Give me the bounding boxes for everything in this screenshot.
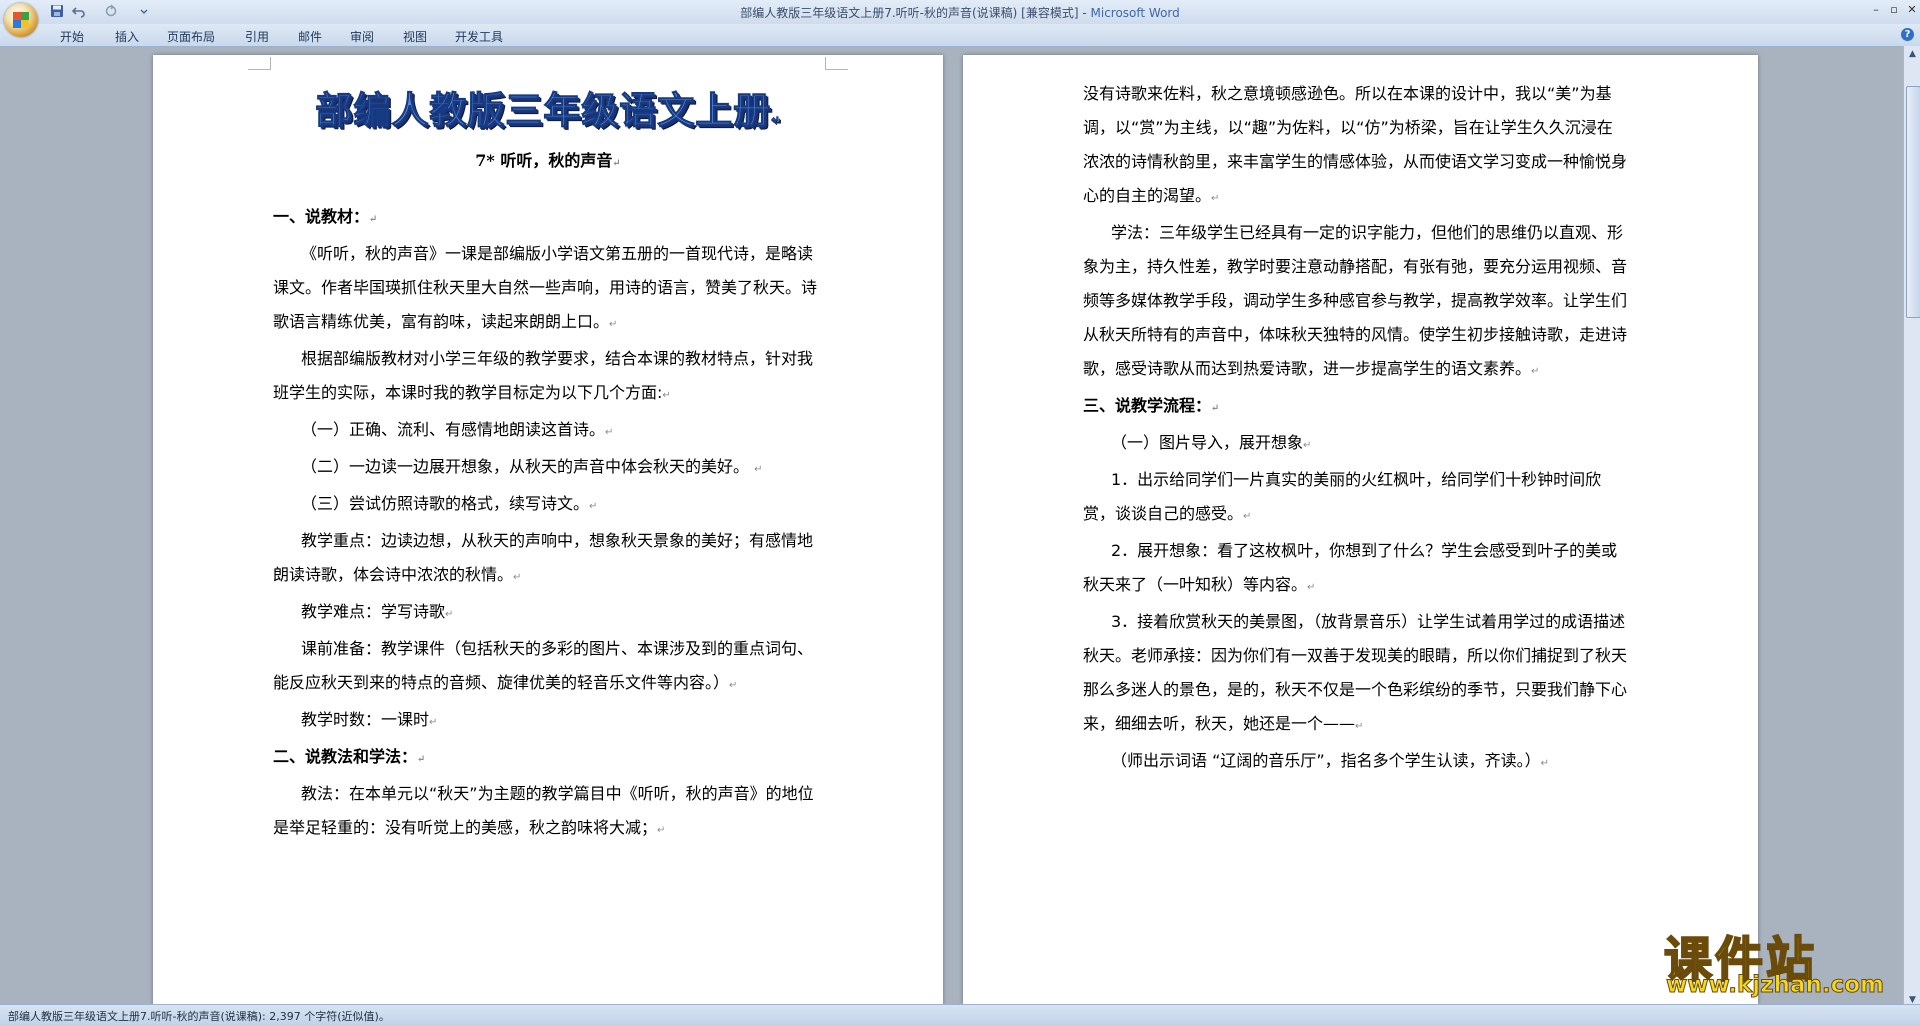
paragraph: 根据部编版教材对小学三年级的教学要求，结合本课的教材特点，针对我班学生的实际，本… bbox=[273, 349, 814, 402]
tab-mailings[interactable]: 邮件 bbox=[298, 28, 322, 45]
window-title-app: Microsoft Word bbox=[1090, 6, 1180, 20]
tab-page-layout[interactable]: 页面布局 bbox=[167, 28, 215, 45]
paragraph: 《听听，秋的声音》一课是部编版小学语文第五册的一首现代诗，是略读课文。作者毕国瑛… bbox=[273, 244, 818, 331]
section-heading: 三、说教学流程：↵ bbox=[1083, 396, 1220, 415]
paragraph: 3．接着欣赏秋天的美景图，（放背景音乐）让学生试着用学过的成语描述秋天。老师承接… bbox=[1083, 612, 1628, 733]
paragraph: 没有诗歌来佐料，秋之意境顿感逊色。所以在本课的设计中，我以“美”为基调，以“赏”… bbox=[1083, 84, 1628, 205]
ribbon-tab-bar: 开始 插入 页面布局 引用 邮件 审阅 视图 开发工具 ? bbox=[0, 24, 1920, 47]
scroll-thumb[interactable] bbox=[1906, 86, 1920, 318]
document-title: 部编人教版三年级语文上册↵ bbox=[315, 89, 781, 133]
title-bar: 部编人教版三年级语文上册7.听听-秋的声音(说课稿) [兼容模式] - Micr… bbox=[0, 0, 1920, 37]
office-button[interactable] bbox=[4, 3, 38, 37]
paragraph: （师出示词语 “辽阔的音乐厅”，指名多个学生认读，齐读。）↵ bbox=[1111, 751, 1550, 770]
paragraph: 2．展开想象：看了这枚枫叶，你想到了什么？学生会感受到叶子的美或秋天来了（一叶知… bbox=[1083, 541, 1618, 594]
window-title-doc: 部编人教版三年级语文上册7.听听-秋的声音(说课稿) [兼容模式] - bbox=[740, 6, 1091, 20]
document-subtitle: 7* 听听，秋的声音↵ bbox=[475, 151, 621, 170]
window-title: 部编人教版三年级语文上册7.听听-秋的声音(说课稿) [兼容模式] - Micr… bbox=[0, 4, 1920, 21]
watermark-url: www.kjzhan.com bbox=[1666, 972, 1885, 999]
document-page-left[interactable]: 部编人教版三年级语文上册↵ 7* 听听，秋的声音↵ 一、说教材：↵ 《听听，秋的声… bbox=[153, 55, 943, 1005]
tab-view[interactable]: 视图 bbox=[403, 28, 427, 45]
watermark-logo: 课件站 www.kjzhan.com bbox=[1663, 920, 1904, 999]
status-word-count[interactable]: 部编人教版三年级语文上册7.听听-秋的声音(说课稿): 2,397 个字符(近似… bbox=[8, 1008, 390, 1024]
paragraph: （二）一边读一边展开想象，从秋天的声音中体会秋天的美好。 ↵ bbox=[301, 457, 763, 476]
close-icon[interactable]: ✕ bbox=[1904, 3, 1920, 17]
paragraph: （三）尝试仿照诗歌的格式，续写诗文。↵ bbox=[301, 494, 598, 513]
left-page-body[interactable]: 一、说教材：↵ 《听听，秋的声音》一课是部编版小学语文第五册的一首现代诗，是略读课… bbox=[273, 200, 818, 848]
paragraph: 1．出示给同学们一片真实的美丽的火红枫叶，给同学们十秒钟时间欣赏，谈谈自己的感受… bbox=[1083, 470, 1602, 523]
paragraph: 教学难点：学写诗歌↵ bbox=[301, 602, 454, 621]
paragraph: 教学时数：一课时↵ bbox=[301, 710, 438, 729]
document-page-right[interactable]: 没有诗歌来佐料，秋之意境顿感逊色。所以在本课的设计中，我以“美”为基调，以“赏”… bbox=[963, 55, 1758, 1005]
margin-corner-mark bbox=[248, 57, 271, 70]
tab-insert[interactable]: 插入 bbox=[115, 28, 139, 45]
tab-references[interactable]: 引用 bbox=[245, 28, 269, 45]
paragraph: 学法：三年级学生已经具有一定的识字能力，但他们的思维仍以直观、形象为主，持久性差… bbox=[1083, 223, 1628, 378]
status-bar: 部编人教版三年级语文上册7.听听-秋的声音(说课稿): 2,397 个字符(近似… bbox=[0, 1004, 1920, 1026]
minimize-icon[interactable]: – bbox=[1868, 3, 1884, 17]
paragraph: 教学重点：边读边想，从秋天的声响中，想象秋天景象的美好；有感情地朗读诗歌，体会诗… bbox=[273, 531, 814, 584]
tab-review[interactable]: 审阅 bbox=[350, 28, 374, 45]
margin-corner-mark bbox=[825, 57, 848, 70]
office-logo-icon bbox=[13, 12, 29, 28]
right-page-body[interactable]: 没有诗歌来佐料，秋之意境顿感逊色。所以在本课的设计中，我以“美”为基调，以“赏”… bbox=[1083, 77, 1628, 781]
help-icon[interactable]: ? bbox=[1901, 28, 1914, 41]
vertical-scrollbar[interactable]: ▲ ▼ bbox=[1903, 46, 1920, 1011]
section-heading: 二、说教法和学法：↵ bbox=[273, 747, 426, 766]
restore-icon[interactable]: ▫ bbox=[1886, 3, 1902, 17]
paragraph: （一）图片导入，展开想象↵ bbox=[1111, 433, 1312, 452]
section-heading: 一、说教材：↵ bbox=[273, 207, 378, 226]
paragraph: 课前准备：教学课件（包括秋天的多彩的图片、本课涉及到的重点词句、能反应秋天到来的… bbox=[273, 639, 814, 692]
tab-home[interactable]: 开始 bbox=[60, 28, 84, 45]
tab-developer[interactable]: 开发工具 bbox=[455, 28, 503, 45]
paragraph: （一）正确、流利、有感情地朗读这首诗。↵ bbox=[301, 420, 614, 439]
paragraph: 教法：在本单元以“秋天”为主题的教学篇目中《听听，秋的声音》的地位是举足轻重的：… bbox=[273, 784, 814, 837]
scroll-up-icon[interactable]: ▲ bbox=[1906, 48, 1919, 61]
